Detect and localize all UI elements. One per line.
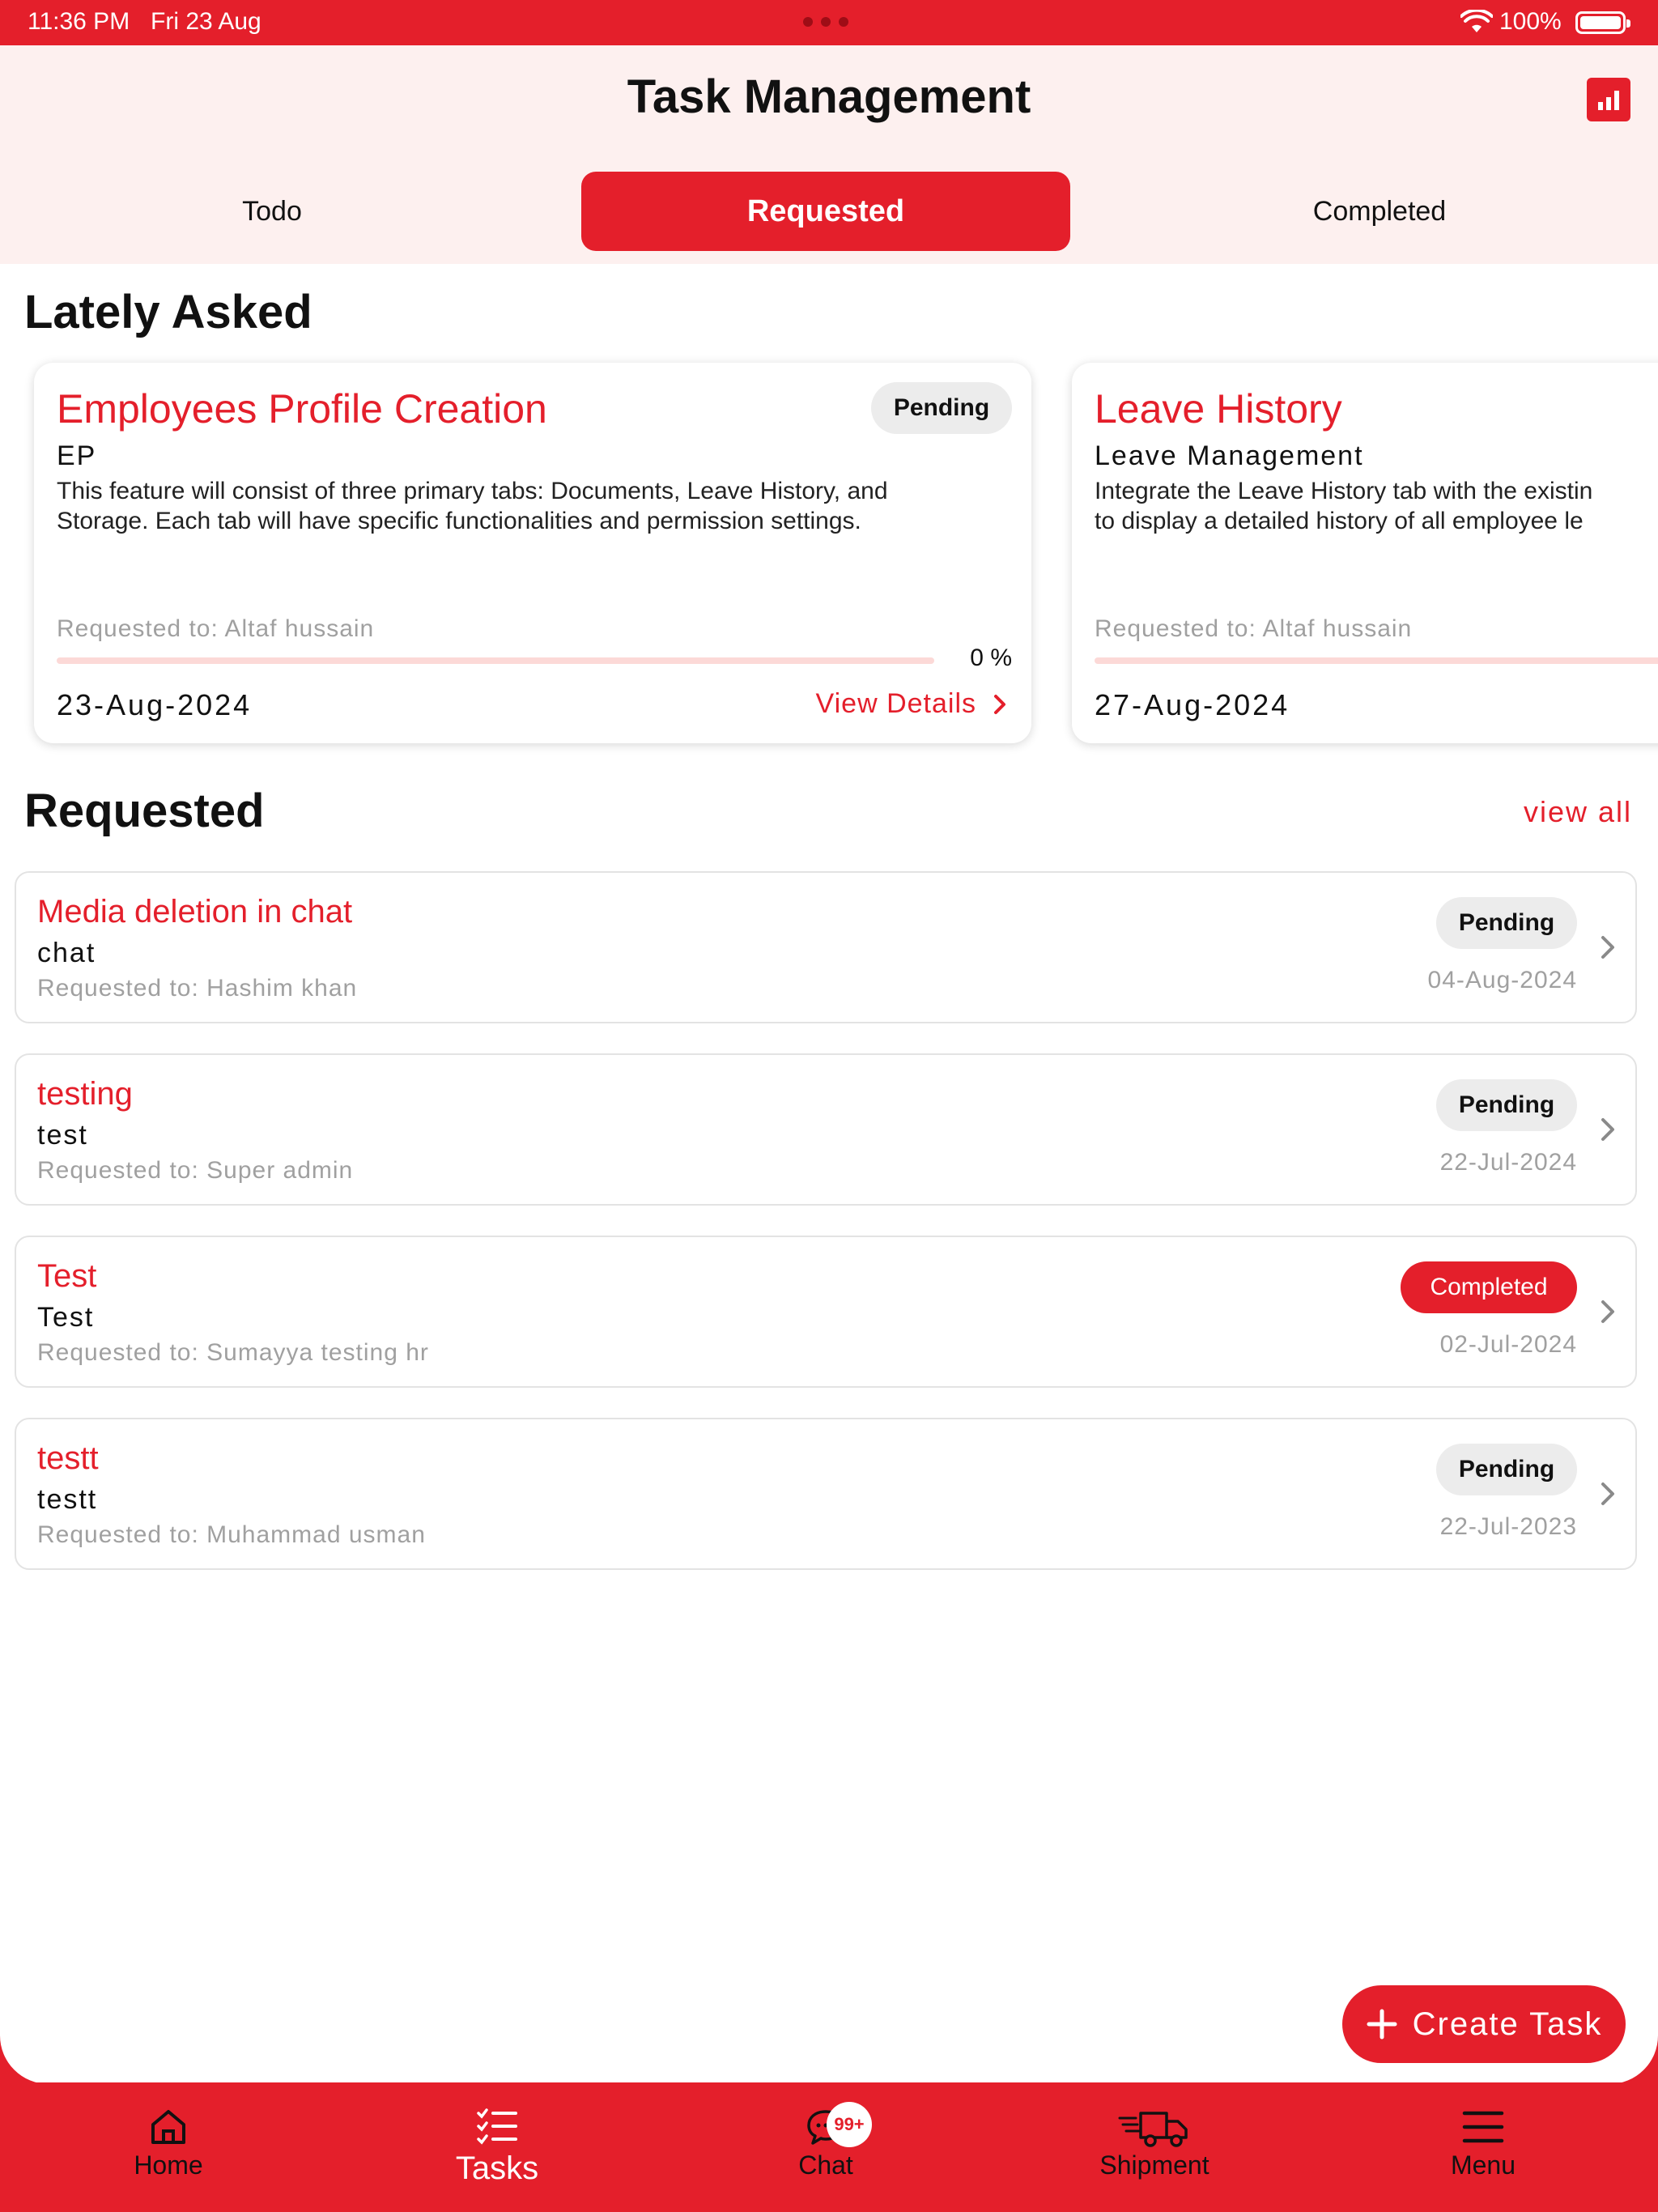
card-description-line: to display a detailed history of all emp… [1095, 508, 1584, 534]
nav-menu[interactable]: Menu [1386, 2105, 1580, 2194]
multitasking-dots[interactable] [803, 17, 848, 28]
tab-todo[interactable]: Todo [29, 172, 515, 251]
nav-tasks[interactable]: Tasks [400, 2105, 594, 2194]
requested-heading: Requested [24, 785, 265, 837]
battery-icon [1575, 11, 1630, 34]
lately-asked-card[interactable]: Employees Profile Creation Pending EP Th… [34, 363, 1031, 743]
card-description-line: This feature will consist of three prima… [57, 478, 888, 504]
card-requested-to: Requested to: Altaf hussain [1095, 615, 1413, 642]
chevron-right-icon [1601, 1482, 1614, 1505]
progress-bar [1095, 657, 1658, 664]
status-bar: 11:36 PM Fri 23 Aug 100% [0, 0, 1658, 45]
status-badge: Pending [1436, 1079, 1577, 1131]
item-date: 22-Jul-2023 [1439, 1513, 1577, 1540]
item-requested-to: Requested to: Hashim khan [37, 975, 358, 1002]
tasks-icon [477, 2108, 517, 2145]
lately-asked-heading: Lately Asked [24, 286, 312, 338]
item-requested-to: Requested to: Muhammad usman [37, 1521, 426, 1548]
item-date: 02-Jul-2024 [1439, 1331, 1577, 1358]
view-details-label: View Details [815, 688, 976, 719]
status-date: Fri 23 Aug [151, 8, 261, 35]
nav-label: Shipment [1099, 2150, 1209, 2180]
item-subtitle: test [37, 1120, 88, 1151]
card-title: Employees Profile Creation [57, 386, 547, 432]
chevron-right-icon [994, 694, 1005, 714]
status-badge: Pending [1436, 897, 1577, 949]
item-date: 04-Aug-2024 [1427, 967, 1577, 993]
bar-chart-icon[interactable] [1587, 78, 1630, 121]
list-item[interactable]: testing test Requested to: Super admin P… [15, 1053, 1637, 1206]
view-all-link[interactable]: view all [1473, 795, 1632, 829]
card-description: Integrate the Leave History tab with the… [1095, 476, 1658, 536]
item-title: Test [37, 1258, 97, 1294]
card-description-line: Integrate the Leave History tab with the… [1095, 478, 1593, 504]
home-icon [151, 2110, 185, 2144]
requested-list: Media deletion in chat chat Requested to… [15, 871, 1637, 1600]
lately-asked-card[interactable]: Leave History Leave Management Integrate… [1072, 363, 1658, 743]
create-task-label: Create Task [1412, 2006, 1603, 2042]
nav-label: Home [134, 2150, 203, 2180]
card-description-line: Storage. Each tab will have specific fun… [57, 508, 861, 534]
truck-icon [1118, 2112, 1188, 2147]
item-requested-to: Requested to: Sumayya testing hr [37, 1339, 429, 1366]
page-title: Task Management [627, 70, 1031, 123]
card-category: Leave Management [1095, 440, 1364, 471]
list-item[interactable]: Media deletion in chat chat Requested to… [15, 871, 1637, 1023]
list-item[interactable]: Test Test Requested to: Sumayya testing … [15, 1236, 1637, 1388]
card-date: 27-Aug-2024 [1095, 688, 1290, 721]
card-description: This feature will consist of three prima… [57, 476, 1012, 536]
nav-label: Menu [1450, 2150, 1516, 2180]
page-header: Task Management Todo Requested Completed [0, 45, 1658, 264]
item-requested-to: Requested to: Super admin [37, 1157, 354, 1184]
item-subtitle: testt [37, 1484, 98, 1515]
plus-icon [1367, 2009, 1397, 2040]
nav-shipment[interactable]: Shipment [1057, 2105, 1252, 2194]
tab-requested[interactable]: Requested [581, 172, 1070, 251]
card-category: EP [57, 440, 97, 471]
progress-percentage: 0 % [970, 644, 1012, 671]
battery-percentage: 100% [1499, 8, 1562, 35]
view-details-link[interactable]: View Details [800, 688, 1012, 720]
list-item[interactable]: testt testt Requested to: Muhammad usman… [15, 1418, 1637, 1570]
card-title: Leave History [1095, 386, 1342, 432]
chevron-right-icon [1601, 1118, 1614, 1141]
tab-bar: Todo Requested Completed [0, 172, 1658, 251]
chevron-right-icon [1601, 1300, 1614, 1323]
status-badge: Pending [1436, 1444, 1577, 1495]
nav-chat[interactable]: 99+ Chat [729, 2102, 923, 2194]
item-title: Media deletion in chat [37, 894, 353, 929]
item-subtitle: Test [37, 1302, 95, 1333]
item-subtitle: chat [37, 938, 96, 968]
chevron-right-icon [1601, 936, 1614, 959]
card-requested-to: Requested to: Altaf hussain [57, 615, 375, 642]
item-title: testt [37, 1440, 99, 1476]
tab-completed[interactable]: Completed [1137, 172, 1622, 251]
create-task-button[interactable]: Create Task [1342, 1985, 1626, 2063]
lately-asked-carousel[interactable]: Employees Profile Creation Pending EP Th… [0, 350, 1658, 755]
nav-label: Tasks [455, 2150, 539, 2186]
chat-unread-badge: 99+ [827, 2102, 872, 2147]
nav-label: Chat [798, 2150, 853, 2180]
menu-icon [1462, 2111, 1504, 2143]
card-date: 23-Aug-2024 [57, 688, 253, 721]
item-date: 22-Jul-2024 [1439, 1149, 1577, 1176]
status-time: 11:36 PM [28, 8, 130, 35]
status-badge: Pending [871, 382, 1012, 434]
status-badge: Completed [1401, 1261, 1577, 1313]
wifi-icon [1460, 10, 1493, 32]
item-title: testing [37, 1076, 133, 1112]
nav-home[interactable]: Home [71, 2105, 266, 2194]
progress-bar [57, 657, 934, 664]
